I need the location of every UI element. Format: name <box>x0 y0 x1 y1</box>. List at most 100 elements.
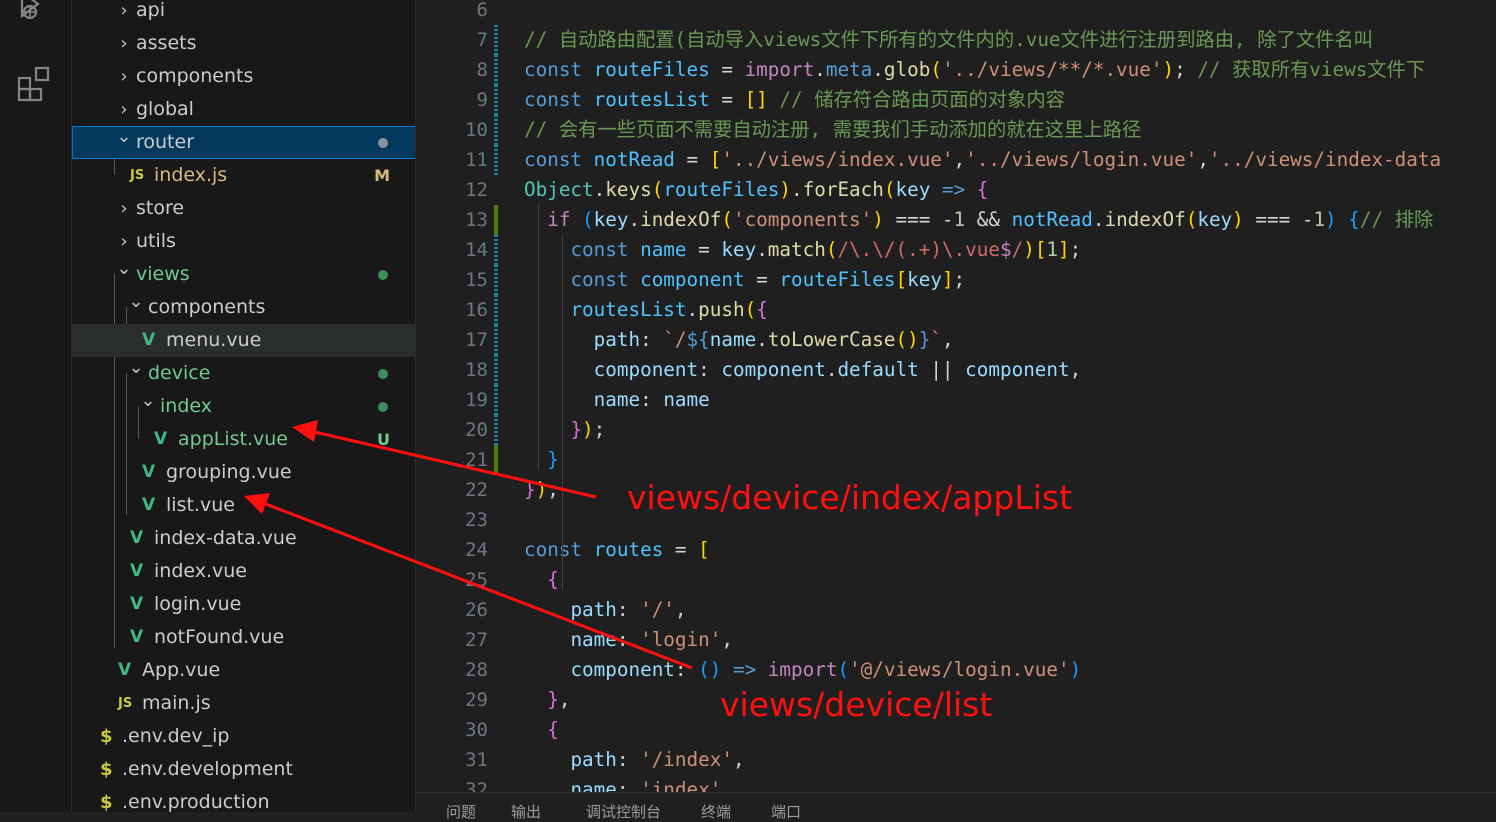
line-number: 27 <box>465 629 488 651</box>
tree-item-index-vue[interactable]: Vindex.vue <box>72 555 415 588</box>
code-token: { <box>547 718 559 741</box>
code-token: [ <box>698 538 710 561</box>
code-token: // 储存符合路由页面的对象内容 <box>779 88 1065 111</box>
chevron-right-icon: › <box>120 99 128 120</box>
tree-item-views[interactable]: ⌄ views <box>72 258 415 291</box>
tree-item-label: utils <box>136 230 176 252</box>
code-token: ( <box>582 208 594 231</box>
code-token: , <box>1069 358 1082 381</box>
code-token: . <box>872 58 884 81</box>
code-token: '/index' <box>640 748 733 771</box>
code-token: routeFiles <box>779 268 896 291</box>
code-token: : <box>640 328 664 351</box>
code-line: const notRead = ['../views/index.vue','.… <box>524 145 1441 175</box>
git-status-dot <box>378 138 388 148</box>
code-token: import <box>767 658 838 681</box>
tree-item-utils[interactable]: › utils <box>72 225 415 258</box>
code-token: 1 <box>1313 208 1326 231</box>
tree-item-store[interactable]: › store <box>72 192 415 225</box>
code-token: { <box>1348 208 1360 231</box>
code-token: && <box>965 208 1012 231</box>
line-number: 30 <box>465 719 488 741</box>
code-line: // 自动路由配置(自动导入views文件下所有的文件内的.vue文件进行注册到… <box>524 25 1373 55</box>
tree-item-env-development[interactable]: $ .env.development <box>72 753 415 786</box>
code-line: component: () => import('@/views/login.v… <box>524 655 1081 685</box>
code-token: `/ <box>663 328 687 351</box>
tree-item-api[interactable]: › api <box>72 0 415 27</box>
run-debug-icon[interactable] <box>16 0 56 26</box>
code-token: push <box>698 298 745 321</box>
tree-item-index-data-vue[interactable]: Vindex-data.vue <box>72 522 415 555</box>
chevron-down-icon: ⌄ <box>140 390 156 411</box>
git-modified-marker <box>494 325 498 355</box>
git-modified-marker <box>494 145 498 175</box>
code-token: ) <box>1023 238 1035 261</box>
tree-item-env-production[interactable]: $ .env.production <box>72 786 415 812</box>
tree-item-main-js[interactable]: JS main.js <box>72 687 415 720</box>
tree-item-components[interactable]: ⌄ components <box>72 291 415 324</box>
tree-item-menu-vue[interactable]: Vmenu.vue <box>72 324 415 357</box>
tree-item-index-js[interactable]: JS index.js M <box>72 159 415 192</box>
chevron-down-icon: ⌄ <box>116 258 132 279</box>
chevron-down-icon: ⌄ <box>116 126 132 147</box>
line-number: 24 <box>465 539 488 561</box>
code-token: ( <box>744 298 757 321</box>
tree-item-label: notFound.vue <box>154 626 285 648</box>
vue-file-icon: V <box>118 660 132 680</box>
code-token: name <box>709 328 757 351</box>
tree-item-assets[interactable]: › assets <box>72 27 415 60</box>
tree-item-router[interactable]: ⌄ router <box>72 126 415 159</box>
line-number: 11 <box>465 149 488 171</box>
tree-item-label: login.vue <box>154 593 242 615</box>
code-token: const <box>524 148 594 171</box>
activity-bar <box>0 0 72 812</box>
code-token: key <box>907 268 942 291</box>
annotation-applist-path: views/device/index/appList <box>627 478 1073 517</box>
code-token: component <box>721 358 826 381</box>
tree-item-applist-vue[interactable]: VappList.vue U <box>72 423 415 456</box>
code-token: : <box>698 358 722 381</box>
code-token: // 自动路由配置(自动导入views文件下所有的文件内的.vue文件进行注册到… <box>524 28 1373 51</box>
code-token: /\.\/(.+)\.vue <box>837 238 1000 261</box>
code-token: . <box>1092 208 1105 231</box>
tree-item-label: App.vue <box>142 659 221 681</box>
tree-item-app-vue[interactable]: V App.vue <box>72 654 415 687</box>
tree-item-label: .env.development <box>122 758 293 780</box>
annotation-list-path: views/device/list <box>720 685 993 724</box>
git-added-marker <box>494 205 498 235</box>
git-modified-marker <box>494 55 498 85</box>
tree-item-env-dev-ip[interactable]: $ .env.dev_ip <box>72 720 415 753</box>
line-number: 9 <box>476 89 488 111</box>
git-status-dot <box>378 402 388 412</box>
tree-item-components[interactable]: › components <box>72 60 415 93</box>
tree-item-list-vue[interactable]: Vlist.vue <box>72 489 415 522</box>
code-token: routes <box>593 538 664 561</box>
code-token: ) <box>1232 208 1244 231</box>
tree-item-label: index.js <box>154 164 228 186</box>
git-modified-marker <box>494 85 498 115</box>
code-token: ; <box>547 478 559 501</box>
code-token: : <box>674 658 699 681</box>
tree-item-notfound-vue[interactable]: VnotFound.vue <box>72 621 415 654</box>
extensions-icon[interactable] <box>16 64 56 104</box>
vue-file-icon: V <box>154 429 168 449</box>
tree-item-device[interactable]: ⌄ device <box>72 357 415 390</box>
chevron-right-icon: › <box>120 0 128 21</box>
code-token: forEach <box>802 178 884 201</box>
code-line: Object.keys(routeFiles).forEach(key => { <box>524 175 988 205</box>
tree-item-grouping-vue[interactable]: Vgrouping.vue <box>72 456 415 489</box>
code-token: component <box>593 358 699 381</box>
tree-item-global[interactable]: › global <box>72 93 415 126</box>
code-token: default <box>837 358 919 381</box>
tree-item-index[interactable]: ⌄ index <box>72 390 415 423</box>
code-token: ; <box>1174 58 1198 81</box>
code-token: , <box>953 148 966 171</box>
tree-item-login-vue[interactable]: Vlogin.vue <box>72 588 415 621</box>
